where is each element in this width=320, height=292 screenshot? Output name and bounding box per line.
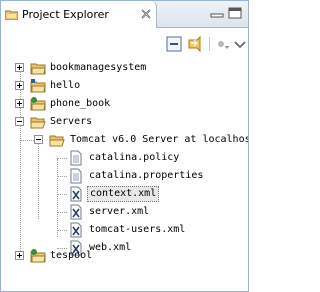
java-project-icon <box>30 79 46 93</box>
tree-item-tomcat-users-xml[interactable]: tomcat-users.xml <box>1 221 248 239</box>
tree-item-label: catalina.policy <box>89 152 180 163</box>
view-tab-bar: Project Explorer <box>1 1 248 28</box>
web-project-icon <box>30 249 46 263</box>
tree-item-bookmanagesystem[interactable]: bookmanagesystem <box>1 59 248 77</box>
maximize-icon[interactable] <box>228 7 242 19</box>
toolbar-separator <box>209 37 210 51</box>
xml-file-icon <box>70 222 82 238</box>
expand-icon[interactable] <box>15 81 24 90</box>
tree-item-context-xml[interactable]: context.xml <box>1 185 248 203</box>
tree-item-hello[interactable]: hello <box>1 77 248 95</box>
project-explorer-tab[interactable]: Project Explorer <box>1 1 157 28</box>
expand-icon[interactable] <box>15 99 24 108</box>
tree-item-label: tespool <box>50 250 93 261</box>
tree-item-catalina-properties[interactable]: catalina.properties <box>1 167 248 185</box>
expand-icon[interactable] <box>15 251 24 260</box>
file-icon <box>70 168 82 184</box>
expand-icon[interactable] <box>15 63 24 72</box>
web-project-icon <box>30 97 46 111</box>
tree-item-servers[interactable]: Servers <box>1 113 248 131</box>
tree-item-phone-book[interactable]: phone_book <box>1 95 248 113</box>
tree-item-label: Servers <box>50 116 93 127</box>
tree-item-label: hello <box>50 80 81 91</box>
tree-item-label: server.xml <box>89 206 150 217</box>
project-explorer-icon <box>5 10 18 20</box>
project-folder-icon <box>30 63 46 75</box>
view-title: Project Explorer <box>22 8 109 21</box>
collapse-icon[interactable] <box>34 135 43 144</box>
open-folder-icon <box>49 135 65 147</box>
tree-item-tomcat-server[interactable]: Tomcat v6.0 Server at localhos <box>1 131 248 149</box>
tree-item-label: context.xml <box>87 186 160 202</box>
tree-connector <box>57 230 67 231</box>
tree-connector <box>57 158 67 159</box>
xml-file-icon <box>70 186 82 202</box>
tree-connector <box>57 194 67 195</box>
tree-item-tespool[interactable]: tespool <box>1 247 248 265</box>
tree-connector <box>57 212 67 213</box>
project-tree: bookmanagesystem hello phone_book Server… <box>1 59 248 291</box>
close-icon[interactable] <box>139 7 153 21</box>
tree-item-server-xml[interactable]: server.xml <box>1 203 248 221</box>
link-with-editor-icon[interactable] <box>185 34 205 54</box>
chevron-down-icon[interactable] <box>230 34 250 54</box>
open-folder-icon <box>30 117 46 129</box>
file-icon <box>70 150 82 166</box>
xml-file-icon <box>70 204 82 220</box>
tree-item-label: catalina.properties <box>89 170 204 181</box>
tree-item-label: phone_book <box>50 98 111 109</box>
tree-item-label: bookmanagesystem <box>50 62 147 73</box>
tree-connector <box>20 140 34 141</box>
collapse-icon[interactable] <box>15 117 24 126</box>
view-toolbar <box>1 29 248 59</box>
project-explorer-view: Project Explorer bookmanagesystem hello … <box>0 0 249 292</box>
tree-item-label: tomcat-users.xml <box>89 224 186 235</box>
collapse-all-icon[interactable] <box>164 34 184 54</box>
tree-item-catalina-policy[interactable]: catalina.policy <box>1 149 248 167</box>
minimize-icon[interactable] <box>210 9 224 19</box>
tree-item-label: Tomcat v6.0 Server at localhos <box>70 134 248 145</box>
tree-connector <box>57 176 67 177</box>
